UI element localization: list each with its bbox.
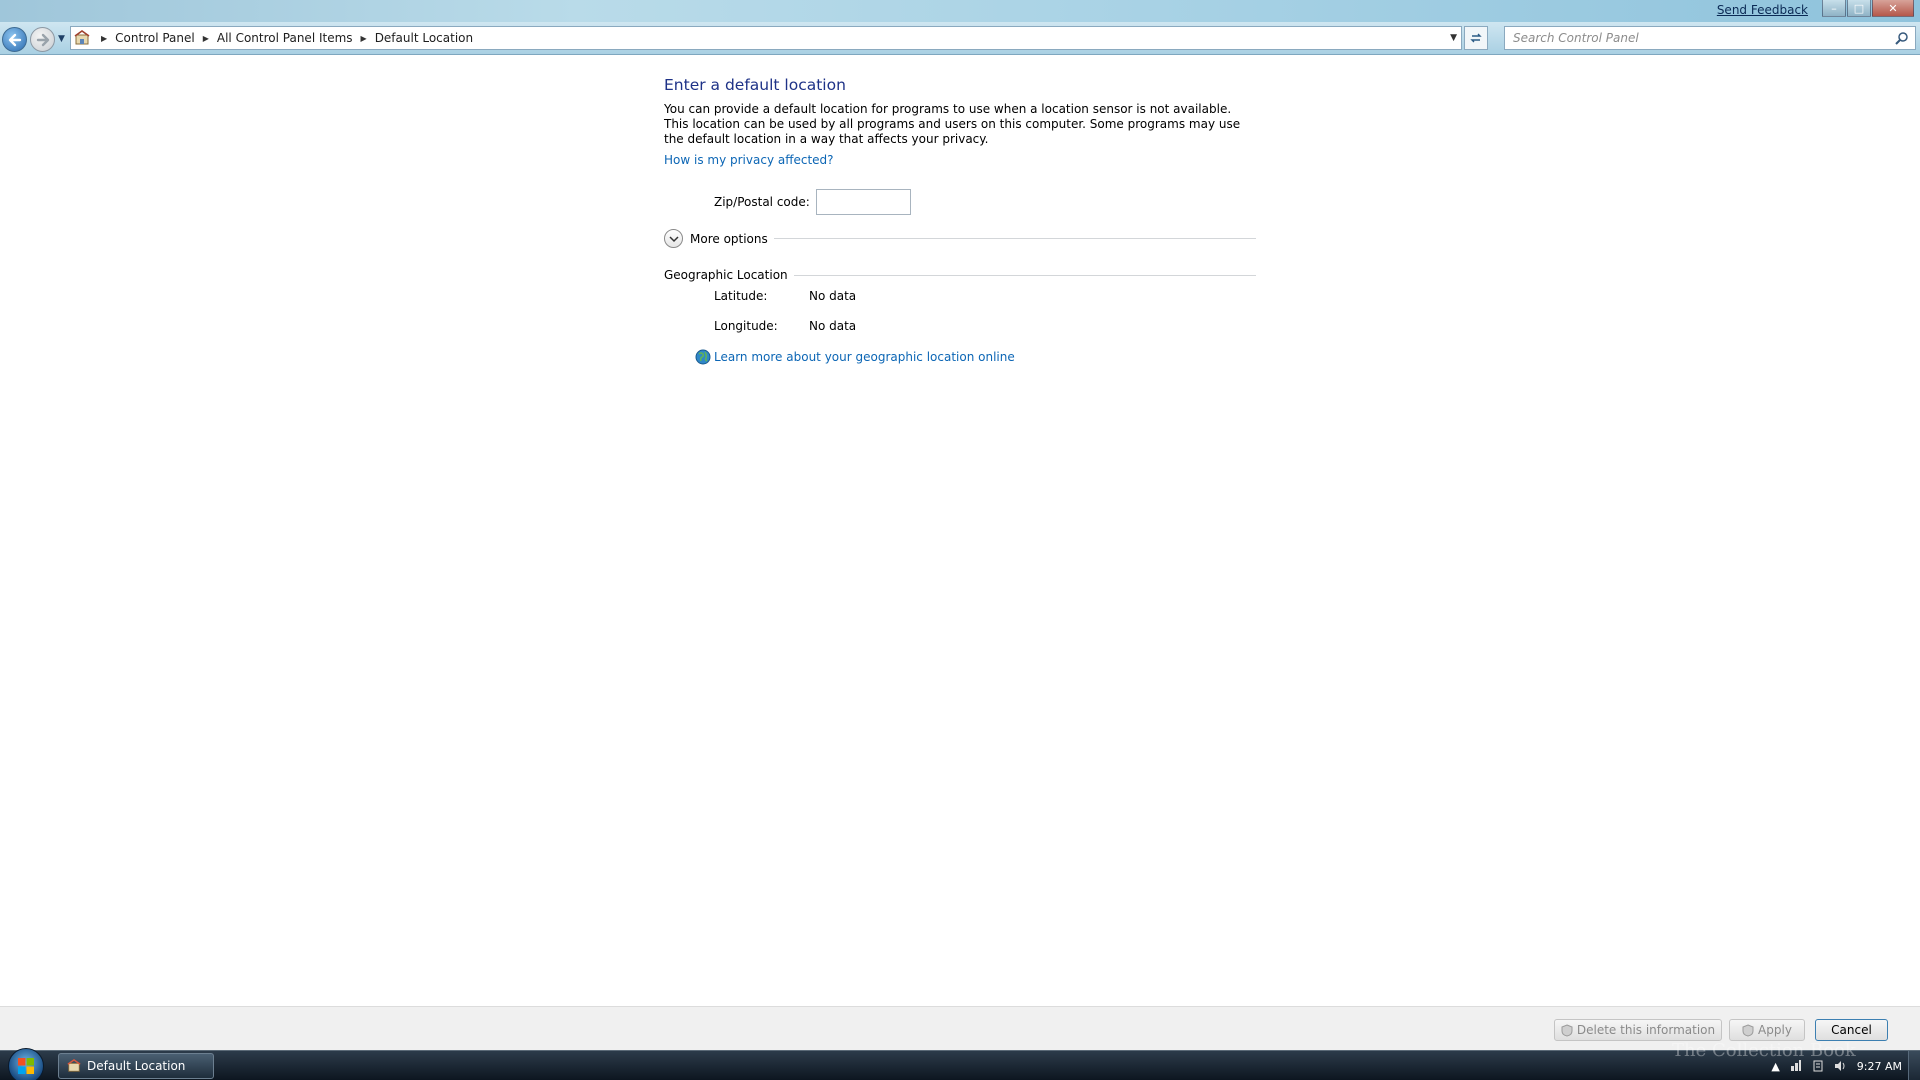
geographic-location-heading: Geographic Location [664, 268, 1256, 282]
more-options-row: More options [664, 229, 1256, 248]
search-box[interactable] [1504, 26, 1916, 50]
button-bar: Delete this information Apply Cancel [0, 1006, 1920, 1050]
navigation-bar: ▼ ▶ Control Panel ▶ All Control Panel It… [0, 22, 1920, 55]
delete-information-button[interactable]: Delete this information [1554, 1019, 1722, 1041]
refresh-button[interactable] [1464, 26, 1488, 50]
refresh-icon [1470, 33, 1482, 43]
back-arrow-icon [8, 33, 21, 46]
start-button[interactable] [8, 1048, 44, 1080]
window-title-bar: Send Feedback – □ ✕ [0, 0, 1920, 22]
page-title: Enter a default location [664, 76, 846, 94]
apply-button[interactable]: Apply [1729, 1019, 1805, 1041]
zip-label: Zip/Postal code: [714, 195, 810, 209]
taskbar: Default Location ▲ 9:27 AM [0, 1048, 1920, 1080]
show-hidden-icons-icon[interactable]: ▲ [1771, 1060, 1779, 1073]
maximize-button[interactable]: □ [1847, 0, 1871, 17]
chevron-down-icon [668, 235, 679, 242]
latitude-value: No data [809, 289, 857, 303]
main-content: Enter a default location You can provide… [664, 76, 1256, 365]
network-icon[interactable] [1790, 1060, 1802, 1072]
section-divider [773, 238, 1256, 239]
address-bar[interactable]: ▶ Control Panel ▶ All Control Panel Item… [70, 26, 1462, 50]
longitude-label: Longitude: [714, 319, 778, 333]
privacy-link[interactable]: How is my privacy affected? [664, 153, 834, 167]
control-panel-icon [71, 27, 93, 49]
breadcrumb-separator-icon[interactable]: ▶ [361, 34, 367, 43]
clock[interactable]: 9:27 AM [1857, 1060, 1902, 1073]
latitude-label: Latitude: [714, 289, 768, 303]
address-dropdown-icon[interactable]: ▼ [1450, 33, 1457, 43]
more-options-label[interactable]: More options [690, 232, 768, 246]
windows-logo-icon [18, 1058, 34, 1074]
forward-button[interactable] [30, 27, 55, 52]
breadcrumb-control-panel[interactable]: Control Panel [115, 31, 195, 45]
shield-icon [1742, 1023, 1754, 1037]
description-text: You can provide a default location for p… [664, 102, 1241, 146]
breadcrumb-separator-icon[interactable]: ▶ [203, 34, 209, 43]
recent-pages-dropdown[interactable]: ▼ [58, 34, 65, 44]
send-feedback-link[interactable]: Send Feedback [1717, 3, 1808, 17]
volume-icon[interactable] [1834, 1060, 1847, 1072]
breadcrumb-all-items[interactable]: All Control Panel Items [217, 31, 353, 45]
breadcrumb-default-location[interactable]: Default Location [375, 31, 473, 45]
back-button[interactable] [2, 27, 27, 52]
zip-postal-code-field[interactable] [816, 189, 911, 215]
minimize-button[interactable]: – [1822, 0, 1846, 17]
shield-icon [1561, 1023, 1573, 1037]
window-controls: – □ ✕ [1821, 0, 1914, 17]
apply-label: Apply [1758, 1023, 1792, 1037]
close-button[interactable]: ✕ [1872, 0, 1914, 17]
learn-more-row: Learn more about your geographic locatio… [695, 349, 1256, 365]
latitude-row: Latitude: No data [714, 289, 1256, 304]
learn-more-link[interactable]: Learn more about your geographic locatio… [714, 350, 1015, 364]
geographic-location-title: Geographic Location [664, 268, 788, 282]
longitude-row: Longitude: No data [714, 319, 1256, 334]
search-icon[interactable] [1895, 31, 1909, 45]
expand-more-options-button[interactable] [664, 229, 683, 248]
taskbar-item-default-location[interactable]: Default Location [58, 1053, 214, 1079]
control-panel-icon [67, 1059, 81, 1072]
longitude-value: No data [809, 319, 857, 333]
search-input[interactable] [1505, 27, 1875, 49]
show-desktop-button[interactable] [1908, 1051, 1920, 1080]
taskbar-item-label: Default Location [87, 1059, 186, 1073]
forward-arrow-icon [36, 33, 49, 46]
delete-information-label: Delete this information [1576, 1023, 1716, 1037]
globe-icon [695, 349, 711, 365]
breadcrumb-separator-icon[interactable]: ▶ [101, 34, 107, 43]
cancel-button[interactable]: Cancel [1815, 1019, 1888, 1041]
action-center-icon[interactable] [1812, 1060, 1824, 1072]
system-tray: ▲ 9:27 AM [1761, 1051, 1902, 1080]
section-divider [793, 274, 1256, 276]
zip-row: Zip/Postal code: [714, 189, 1256, 215]
